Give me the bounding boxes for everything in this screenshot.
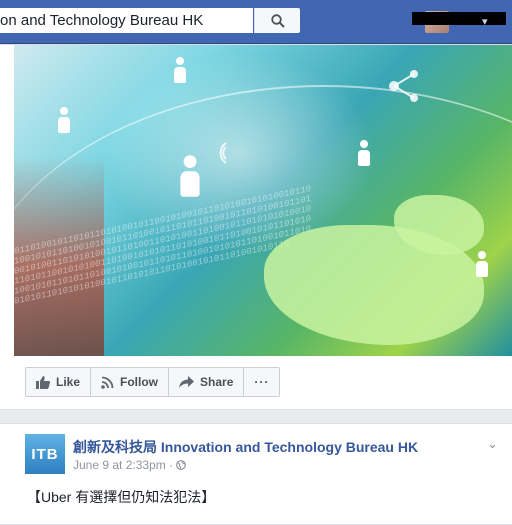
meta-separator: · xyxy=(169,458,174,472)
person-icon xyxy=(358,140,370,166)
thumbs-up-icon xyxy=(36,375,50,389)
share-button[interactable]: Share xyxy=(169,368,245,396)
like-button[interactable]: Like xyxy=(26,368,92,396)
follow-button[interactable]: Follow xyxy=(91,368,170,396)
post-timestamp[interactable]: June 9 at 2:33pm xyxy=(73,458,166,472)
chevron-down-icon[interactable]: ⌄ xyxy=(487,436,498,452)
top-navigation-bar: on and Technology Bureau HK ▾ xyxy=(0,0,512,44)
person-icon xyxy=(476,251,488,277)
like-label: Like xyxy=(56,375,81,389)
page-name-link[interactable]: 創新及科技局 Innovation and Technology Bureau … xyxy=(73,437,418,457)
person-icon xyxy=(180,155,200,197)
follow-label: Follow xyxy=(120,375,159,389)
wifi-signal-icon xyxy=(219,142,227,164)
search-icon xyxy=(270,13,285,28)
more-icon: ··· xyxy=(254,375,270,389)
globe-privacy-icon[interactable] xyxy=(176,460,187,470)
rss-icon xyxy=(101,376,114,389)
share-arrow-icon xyxy=(179,376,195,388)
more-options-button[interactable]: ··· xyxy=(244,368,279,396)
person-icon xyxy=(58,107,70,133)
network-share-icon xyxy=(389,70,418,102)
post-image[interactable]: 0110100101101011010100101100101001011010… xyxy=(14,45,512,356)
post-action-bar: Like Follow Share ··· xyxy=(25,367,281,397)
page-logo[interactable]: ITB xyxy=(25,434,65,474)
post-card: 0110100101101011010100101100101001011010… xyxy=(0,44,512,410)
chevron-down-icon[interactable]: ▾ xyxy=(482,15,488,28)
search-button[interactable] xyxy=(254,8,300,33)
share-label: Share xyxy=(200,375,234,389)
person-icon xyxy=(174,57,186,83)
redacted-profile-name xyxy=(412,12,506,25)
search-input[interactable]: on and Technology Bureau HK xyxy=(0,8,253,33)
post-text: 【Uber 有選擇但仍知法犯法】 xyxy=(27,489,216,505)
post-meta: June 9 at 2:33pm · xyxy=(73,458,187,472)
post-card: ITB 創新及科技局 Innovation and Technology Bur… xyxy=(0,423,512,525)
